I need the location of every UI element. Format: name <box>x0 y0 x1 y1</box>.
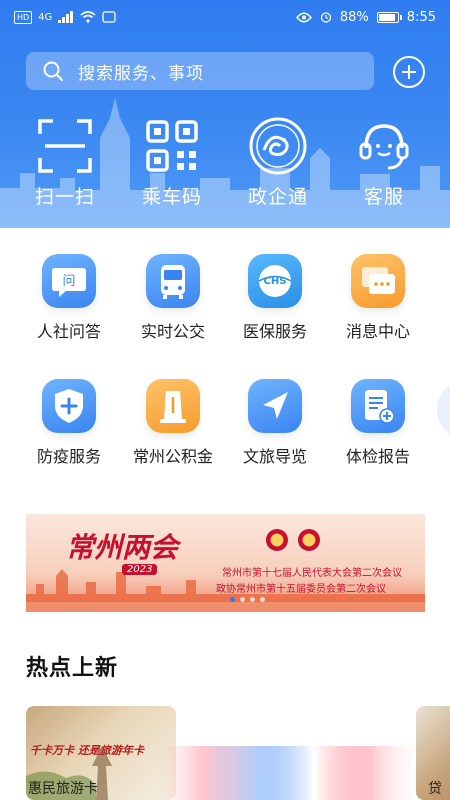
national-emblem-icon <box>266 529 288 551</box>
search-input[interactable]: 搜索服务、事项 <box>26 52 374 90</box>
service-housing-fund[interactable]: 常州公积金 <box>128 379 218 467</box>
shield-plus-icon <box>42 379 96 433</box>
quick-gov-enterprise-label: 政企通 <box>247 186 308 208</box>
add-button[interactable] <box>393 56 425 88</box>
search-icon <box>43 61 63 81</box>
alarm-icon <box>320 12 332 23</box>
search-placeholder: 搜索服务、事项 <box>78 63 204 84</box>
report-icon <box>351 379 405 433</box>
service-realtime-bus-label: 实时公交 <box>140 322 205 341</box>
dragon-emblem-icon <box>248 116 308 176</box>
banner-year: 2023 <box>122 564 158 575</box>
chat-question-icon: 问 <box>42 254 96 308</box>
quick-scan[interactable]: 扫一扫 <box>20 116 110 209</box>
promo-banner[interactable]: 常州两会 2023 常州市第十七届人民代表大会第二次会议 政协常州市第十五届委员… <box>26 514 425 612</box>
battery-percent: 88% <box>339 9 369 25</box>
service-health-report[interactable]: 体检报告 <box>333 379 423 467</box>
scan-icon <box>35 116 95 176</box>
navigation-arrow-icon <box>248 379 302 433</box>
qr-code-icon <box>142 116 202 176</box>
service-medical-insurance[interactable]: CHS 医保服务 <box>230 254 320 342</box>
chs-icon-text: CHS <box>264 276 287 287</box>
service-hr-qa-label: 人社问答 <box>36 322 101 341</box>
network-label: 4G <box>38 11 53 23</box>
signal-icon <box>58 11 74 23</box>
bus-icon <box>146 254 200 308</box>
quick-customer-service-label: 客服 <box>363 186 404 208</box>
eye-icon <box>295 12 312 22</box>
banner-pagination <box>230 597 265 602</box>
hot-card-list: 千卡万卡 还是旅游年卡 惠民旅游卡 贷 <box>26 706 450 800</box>
quick-customer-service[interactable]: 客服 <box>339 116 429 209</box>
service-medical-insurance-label: 医保服务 <box>242 322 307 341</box>
quick-bus-code[interactable]: 乘车码 <box>127 116 217 209</box>
headset-icon <box>354 116 414 176</box>
section-title-hot: 热点上新 <box>26 656 119 681</box>
clock: 8:55 <box>406 9 436 25</box>
service-message-center-label: 消息中心 <box>345 322 410 341</box>
service-hr-qa[interactable]: 问 人社问答 <box>24 254 114 342</box>
service-culture-tour-label: 文旅导览 <box>242 447 307 466</box>
quick-gov-enterprise[interactable]: 政企通 <box>233 116 323 209</box>
loading-fade-overlay <box>146 746 426 800</box>
quick-scan-label: 扫一扫 <box>34 186 95 208</box>
hot-card-tourism-label: 惠民旅游卡 <box>28 781 98 797</box>
status-bar: HD 4G 88% 8:55 <box>0 0 450 34</box>
battery-icon <box>376 11 402 23</box>
banner-title: 常州两会 <box>66 531 179 564</box>
banner-line-1: 常州市第十七届人民代表大会第二次会议 <box>222 568 402 579</box>
service-epidemic-label: 防疫服务 <box>36 447 101 466</box>
hot-card-tourism-caption: 千卡万卡 还是旅游年卡 <box>30 744 144 757</box>
next-page-peek[interactable] <box>437 380 450 440</box>
cppcc-emblem-icon <box>298 529 320 551</box>
service-culture-tour[interactable]: 文旅导览 <box>230 379 320 467</box>
hd-badge: HD <box>14 10 33 24</box>
header: HD 4G 88% 8:55 搜索服务、事项 扫一扫 乘车码 政企通 客服 <box>0 0 450 228</box>
wifi-icon <box>80 11 96 23</box>
chs-icon: CHS <box>248 254 302 308</box>
quick-bus-code-label: 乘车码 <box>141 186 202 208</box>
service-health-report-label: 体检报告 <box>345 447 410 466</box>
service-message-center[interactable]: 消息中心 <box>333 254 423 342</box>
service-housing-fund-label: 常州公积金 <box>132 447 213 466</box>
banner-line-2: 政协常州市第十五届委员会第二次会议 <box>216 584 386 595</box>
hot-card-loan-label: 贷 <box>428 781 442 797</box>
message-icon <box>351 254 405 308</box>
nfc-icon <box>102 11 116 23</box>
svg-text:问: 问 <box>62 274 75 289</box>
fund-icon <box>146 379 200 433</box>
service-realtime-bus[interactable]: 实时公交 <box>128 254 218 342</box>
service-epidemic[interactable]: 防疫服务 <box>24 379 114 467</box>
